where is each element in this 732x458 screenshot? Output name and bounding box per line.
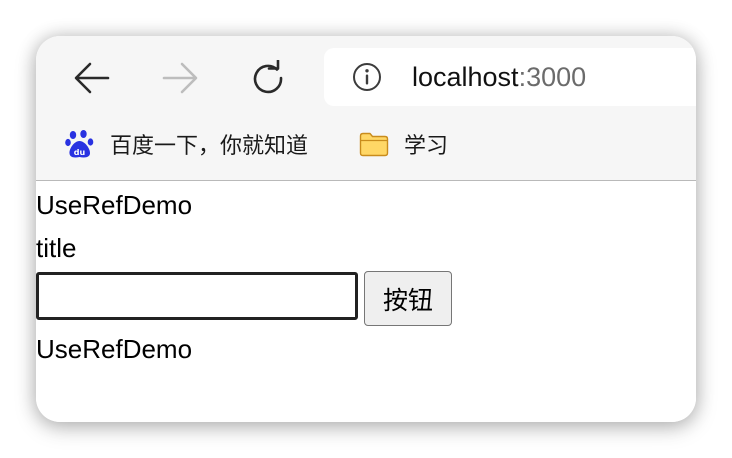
text-input[interactable] <box>36 272 358 320</box>
info-icon[interactable] <box>352 62 382 92</box>
svg-text:du: du <box>74 148 86 157</box>
reload-icon <box>253 60 283 94</box>
url-port: :3000 <box>518 62 587 92</box>
bookmark-baidu-label: 百度一下，你就知道 <box>110 134 309 159</box>
bookmark-folder-study[interactable]: 学习 <box>358 126 448 162</box>
component-footer-text: UseRefDemo <box>36 334 193 364</box>
bookmark-folder-label: 学习 <box>404 134 449 159</box>
folder-icon <box>359 132 389 157</box>
back-button[interactable] <box>70 58 114 98</box>
bookmark-baidu[interactable]: du 百度一下，你就知道 <box>64 126 308 162</box>
title-text: title <box>36 233 77 263</box>
browser-toolbar: localhost:3000 du 百度一下，你就知道 学习 <box>36 36 696 181</box>
forward-arrow-icon <box>162 62 198 94</box>
baidu-paw-icon: du <box>65 130 94 158</box>
browser-window: localhost:3000 du 百度一下，你就知道 学习 UseRefDem… <box>36 36 696 422</box>
forward-button[interactable] <box>158 58 202 98</box>
reload-button[interactable] <box>246 58 290 98</box>
url-text: localhost:3000 <box>412 60 586 94</box>
component-heading: UseRefDemo <box>36 190 193 220</box>
action-button[interactable]: 按钮 <box>364 271 452 326</box>
address-bar[interactable]: localhost:3000 <box>324 48 696 106</box>
url-host: localhost <box>412 62 519 92</box>
page-content: UseRefDemo title 按钮 UseRefDemo <box>36 182 696 422</box>
back-arrow-icon <box>74 62 110 94</box>
